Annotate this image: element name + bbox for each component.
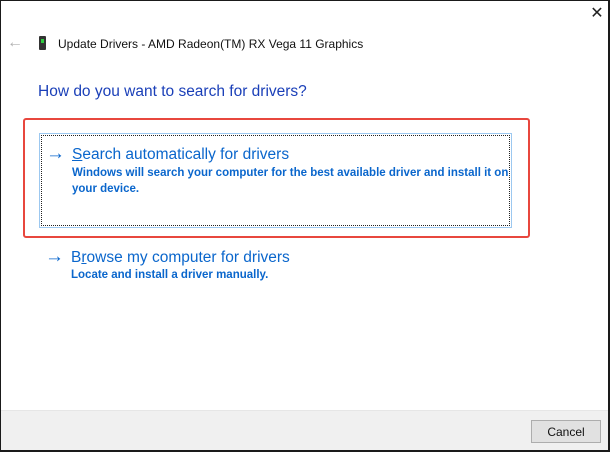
label-text: owse my computer for drivers bbox=[86, 249, 290, 266]
window-title: Update Drivers - AMD Radeon(TM) RX Vega … bbox=[58, 37, 364, 51]
browse-computer-option[interactable]: → Browse my computer for drivers Locate … bbox=[39, 237, 512, 332]
option-description: Windows will search your computer for th… bbox=[72, 167, 509, 195]
arrow-right-icon: → bbox=[45, 246, 64, 267]
label-text: B bbox=[71, 249, 82, 266]
update-drivers-window: ✕ ← Update Drivers - AMD Radeon(TM) RX V… bbox=[0, 0, 610, 452]
close-icon[interactable]: ✕ bbox=[587, 5, 607, 23]
option-label: Browse my computer for drivers bbox=[71, 249, 290, 267]
mnemonic: S bbox=[72, 146, 83, 163]
back-arrow-icon[interactable]: ← bbox=[7, 34, 23, 52]
display-adapter-icon bbox=[39, 36, 46, 50]
footer-bar: Cancel bbox=[1, 410, 608, 450]
arrow-right-icon: → bbox=[46, 143, 65, 164]
label-text: earch automatically for drivers bbox=[82, 146, 290, 163]
option-description: Locate and install a driver manually. bbox=[71, 269, 269, 281]
option-label: Search automatically for drivers bbox=[72, 146, 289, 164]
cancel-button[interactable]: Cancel bbox=[531, 420, 601, 443]
page-heading: How do you want to search for drivers? bbox=[38, 83, 307, 100]
search-automatically-option[interactable]: → Search automatically for drivers Windo… bbox=[39, 133, 512, 228]
